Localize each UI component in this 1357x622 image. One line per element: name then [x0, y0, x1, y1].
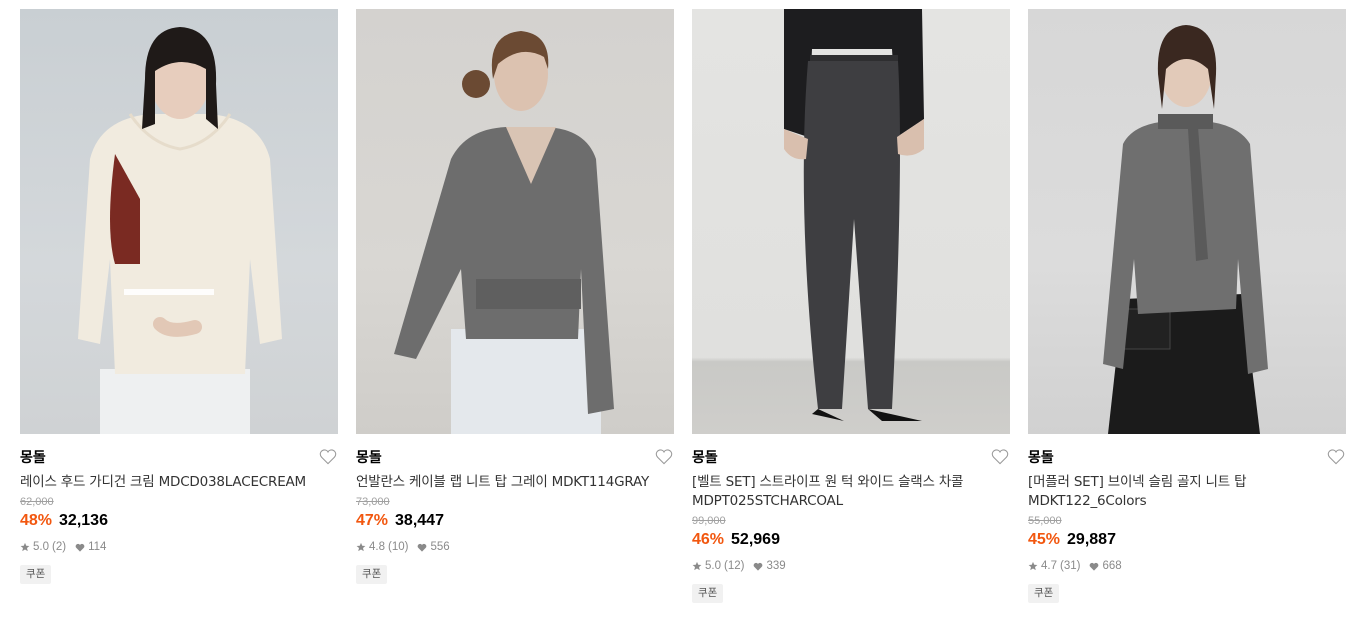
product-meta: 몽돌 언발란스 케이블 랩 니트 탑 그레이 MDKT114GRAY 73,00… — [356, 434, 674, 584]
product-meta: 몽돌 [머플러 SET] 브이넥 슬림 골지 니트 탑 MDKT122_6Col… — [1028, 434, 1346, 603]
coupon-badge: 쿠폰 — [692, 584, 724, 603]
likes: 114 — [75, 540, 106, 554]
likes: 339 — [753, 559, 786, 573]
likes-count: 556 — [430, 541, 450, 553]
star-icon — [20, 542, 30, 552]
model-illustration — [1103, 25, 1268, 434]
original-price: 62,000 — [20, 496, 54, 508]
star-icon — [356, 542, 366, 552]
product-photo[interactable] — [1028, 9, 1346, 434]
rating-value: 5.0 — [705, 560, 721, 572]
sale-price: 29,887 — [1067, 531, 1116, 548]
heart-filled-icon — [75, 543, 85, 552]
product-meta: 몽돌 [벨트 SET] 스트라이프 원 턱 와이드 슬랙스 차콜 MDPT025… — [692, 434, 1010, 603]
review-count: (2) — [52, 541, 67, 553]
heart-filled-icon — [1090, 562, 1099, 571]
review-count: (10) — [388, 541, 409, 553]
model-illustration — [394, 31, 614, 434]
rating: 5.0 (12) — [692, 559, 744, 573]
brand-name[interactable]: 몽돌 — [20, 450, 338, 467]
price-row: 48% 32,136 — [20, 511, 338, 531]
brand-name[interactable]: 몽돌 — [356, 450, 674, 467]
product-stats: 5.0 (12) 339 — [692, 559, 1010, 573]
original-price: 73,000 — [356, 496, 390, 508]
review-count: (31) — [1060, 560, 1081, 572]
heart-outline-icon[interactable] — [991, 448, 1009, 465]
heart-filled-icon — [754, 562, 763, 571]
likes: 556 — [417, 540, 450, 554]
price-row: 46% 52,969 — [692, 530, 1010, 550]
product-photo[interactable] — [20, 9, 338, 434]
discount-rate: 48% — [20, 512, 53, 529]
product-card[interactable]: 몽돌 [벨트 SET] 스트라이프 원 턱 와이드 슬랙스 차콜 MDPT025… — [692, 9, 1010, 603]
discount-rate: 47% — [356, 512, 389, 529]
heart-outline-icon[interactable] — [1327, 448, 1345, 465]
product-photo[interactable] — [692, 9, 1010, 434]
rating-value: 4.7 — [1041, 560, 1057, 572]
discount-rate: 46% — [692, 531, 725, 548]
product-stats: 4.7 (31) 668 — [1028, 559, 1346, 573]
product-name[interactable]: [벨트 SET] 스트라이프 원 턱 와이드 슬랙스 차콜 MDPT025STC… — [692, 473, 992, 511]
price-row: 45% 29,887 — [1028, 530, 1346, 550]
sale-price: 52,969 — [731, 531, 780, 548]
heart-filled-icon — [418, 543, 427, 552]
coupon-badge: 쿠폰 — [356, 565, 388, 584]
product-name[interactable]: [머플러 SET] 브이넥 슬림 골지 니트 탑 MDKT122_6Colors — [1028, 473, 1328, 511]
original-price: 55,000 — [1028, 515, 1062, 527]
discount-rate: 45% — [1028, 531, 1061, 548]
brand-name[interactable]: 몽돌 — [692, 450, 1010, 467]
star-icon — [692, 561, 702, 571]
heart-outline-icon[interactable] — [655, 448, 673, 465]
brand-name[interactable]: 몽돌 — [1028, 450, 1346, 467]
coupon-badge: 쿠폰 — [1028, 584, 1060, 603]
model-illustration — [784, 9, 924, 421]
likes-count: 668 — [1102, 560, 1122, 572]
price-row: 47% 38,447 — [356, 511, 674, 531]
sale-price: 38,447 — [395, 512, 444, 529]
sale-price: 32,136 — [59, 512, 108, 529]
rating-value: 4.8 — [369, 541, 385, 553]
rating: 4.8 (10) — [356, 540, 408, 554]
product-card[interactable]: 몽돌 레이스 후드 가디건 크림 MDCD038LACECREAM 62,000… — [20, 9, 338, 603]
product-grid: 몽돌 레이스 후드 가디건 크림 MDCD038LACECREAM 62,000… — [20, 9, 1346, 603]
heart-outline-icon[interactable] — [319, 448, 337, 465]
star-icon — [1028, 561, 1038, 571]
product-stats: 5.0 (2) 114 — [20, 540, 338, 554]
product-card[interactable]: 몽돌 [머플러 SET] 브이넥 슬림 골지 니트 탑 MDKT122_6Col… — [1028, 9, 1346, 603]
rating-value: 5.0 — [33, 541, 49, 553]
model-illustration — [78, 27, 282, 434]
product-card[interactable]: 몽돌 언발란스 케이블 랩 니트 탑 그레이 MDKT114GRAY 73,00… — [356, 9, 674, 603]
review-count: (12) — [724, 560, 745, 572]
product-meta: 몽돌 레이스 후드 가디건 크림 MDCD038LACECREAM 62,000… — [20, 434, 338, 584]
product-stats: 4.8 (10) 556 — [356, 540, 674, 554]
likes-count: 114 — [88, 541, 107, 553]
rating: 5.0 (2) — [20, 540, 66, 554]
coupon-badge: 쿠폰 — [20, 565, 52, 584]
product-photo[interactable] — [356, 9, 674, 434]
product-name[interactable]: 레이스 후드 가디건 크림 MDCD038LACECREAM — [20, 473, 320, 492]
rating: 4.7 (31) — [1028, 559, 1080, 573]
likes: 668 — [1089, 559, 1122, 573]
original-price: 99,000 — [692, 515, 726, 527]
likes-count: 339 — [766, 560, 786, 572]
product-name[interactable]: 언발란스 케이블 랩 니트 탑 그레이 MDKT114GRAY — [356, 473, 656, 492]
